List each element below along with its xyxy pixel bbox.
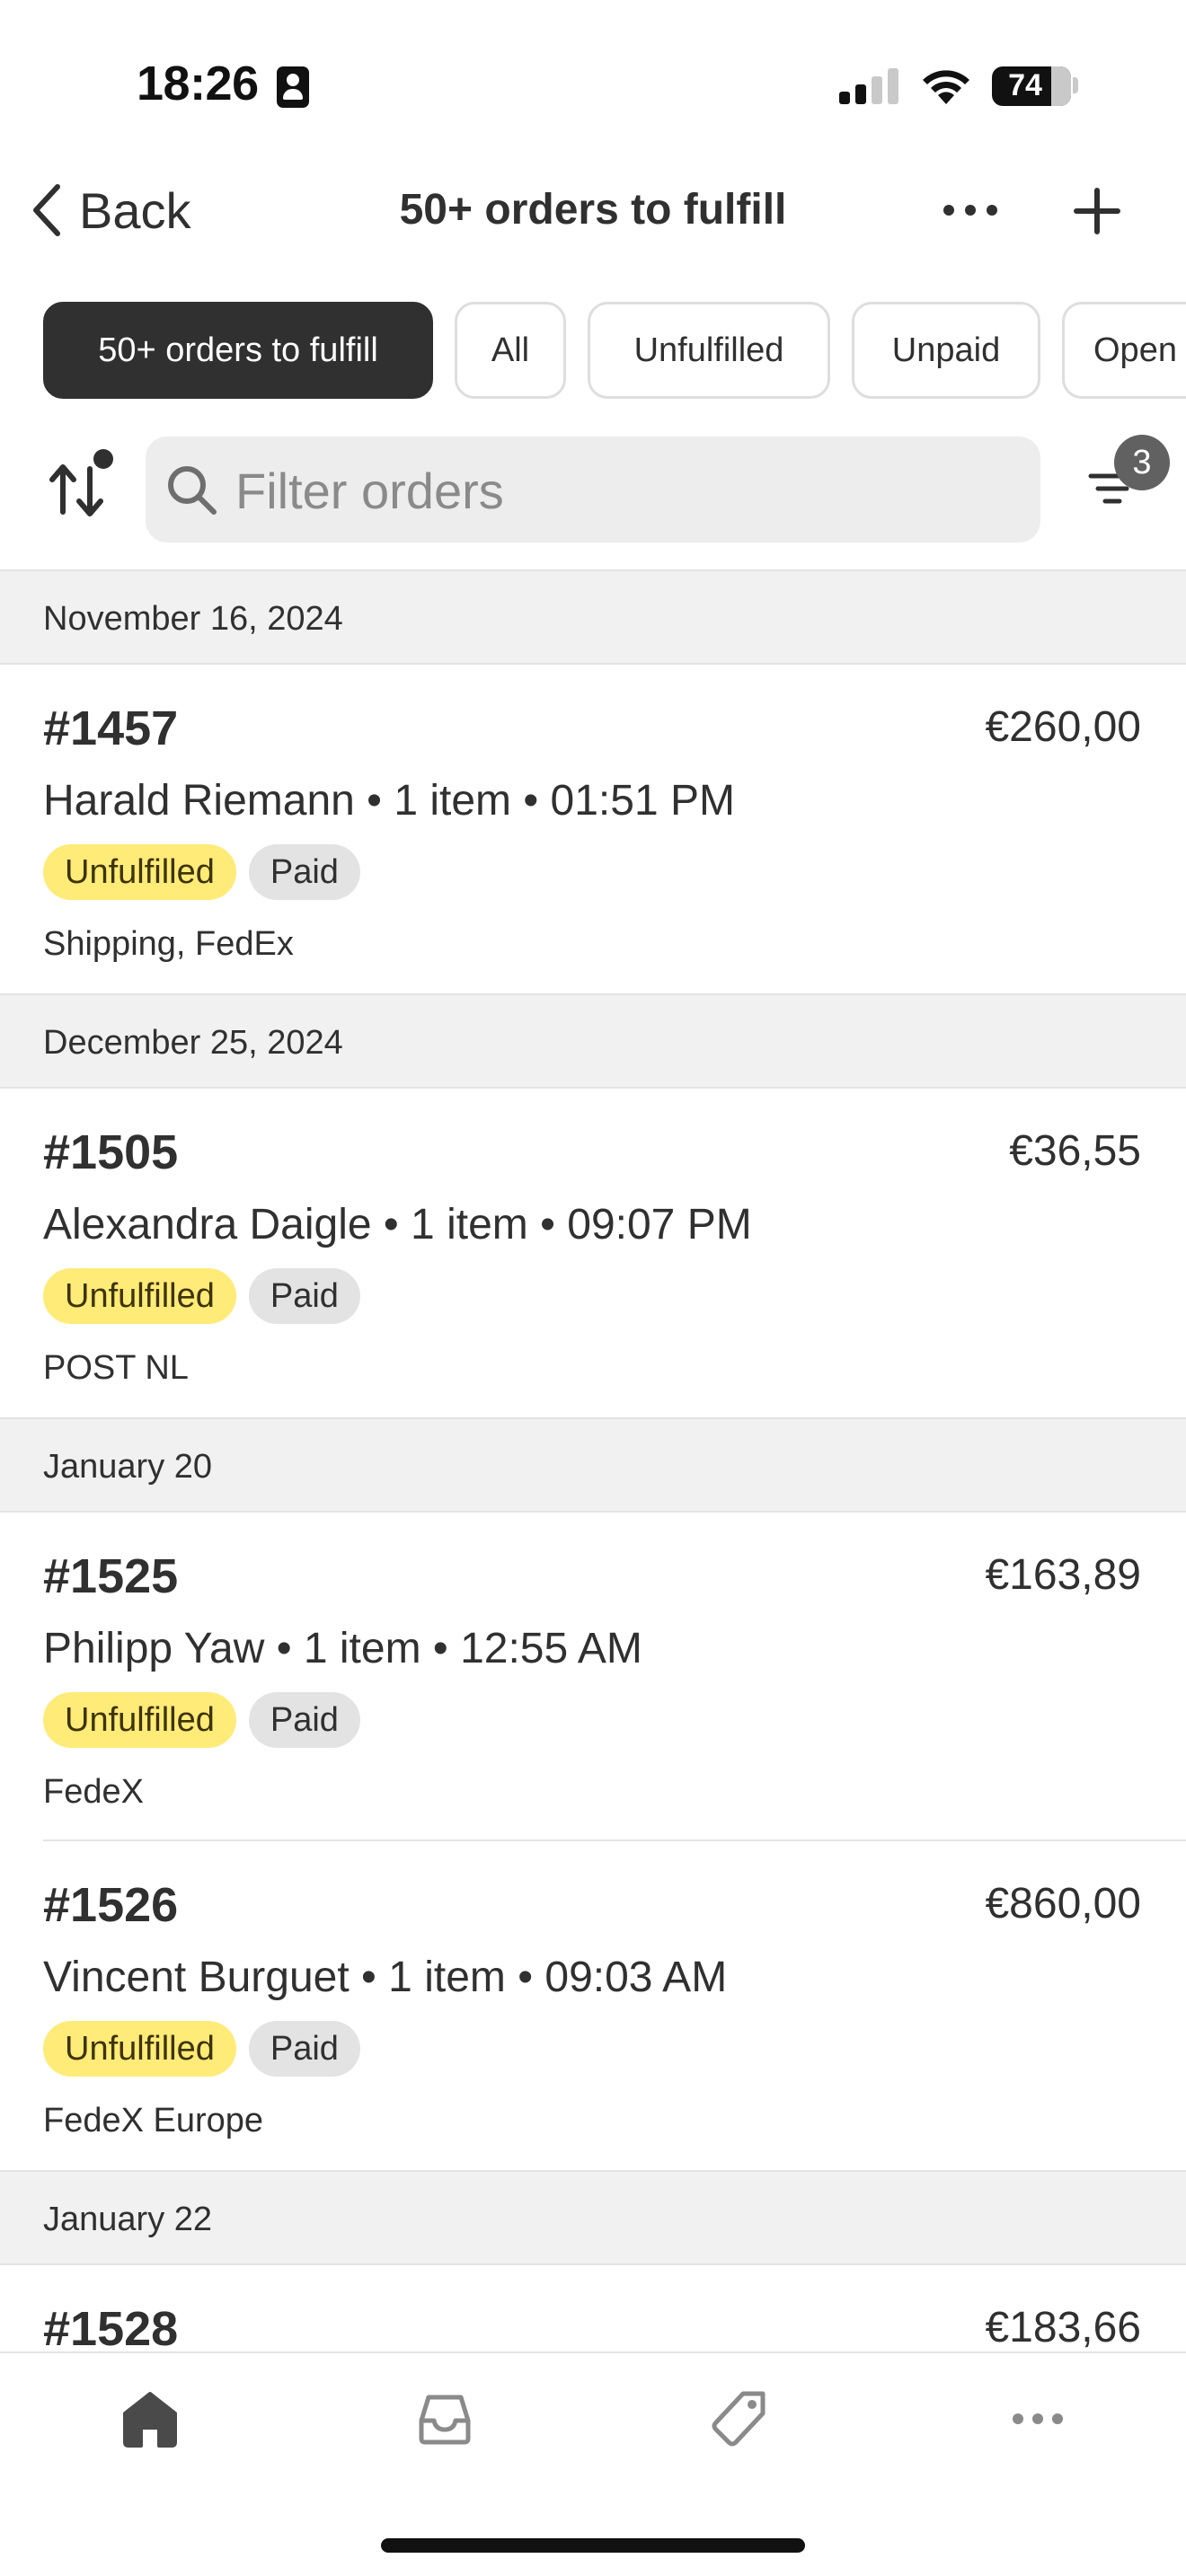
shipping-method: Shipping, FedEx	[43, 925, 294, 963]
date-header-label: November 16, 2024	[43, 600, 343, 638]
order-time: 01:51 PM	[550, 777, 735, 825]
back-label: Back	[79, 181, 191, 239]
customer-name: Alexandra Daigle	[43, 1201, 372, 1248]
navbar: Back 50+ orders to fulfill	[0, 153, 1186, 269]
orders-screen: 18:26 74 Back 50+ orders to fulfill 50+ …	[0, 0, 1186, 2576]
fulfillment-badge: Unfulfilled	[43, 844, 236, 900]
tab-more[interactable]	[997, 2378, 1078, 2459]
back-button[interactable]: Back	[27, 174, 191, 246]
date-header-label: January 20	[43, 1448, 213, 1486]
order-time: 09:07 PM	[567, 1201, 752, 1248]
status-badges: Unfulfilled Paid	[43, 1692, 360, 1748]
tab-home[interactable]	[110, 2378, 190, 2459]
order-meta: Harald Riemann • 1 item • 01:51 PM	[43, 777, 735, 825]
chip-all[interactable]: All	[455, 302, 566, 399]
signal-icon	[839, 68, 898, 104]
item-count: 1 item	[411, 1201, 528, 1248]
orders-list: November 16, 2024 #1457 €260,00 Harald R…	[0, 569, 1186, 2576]
chip-open[interactable]: Open	[1062, 302, 1186, 399]
more-icon[interactable]	[934, 183, 1006, 237]
order-meta: Philipp Yaw • 1 item • 12:55 AM	[43, 1625, 642, 1672]
date-header: January 20	[0, 1417, 1186, 1513]
search-placeholder: Filter orders	[235, 463, 504, 519]
fulfillment-badge: Unfulfilled	[43, 1692, 236, 1748]
chip-unpaid[interactable]: Unpaid	[852, 302, 1040, 399]
search-row: Filter orders 3	[0, 435, 1186, 544]
order-price: €183,66	[985, 2304, 1141, 2351]
fulfillment-badge: Unfulfilled	[43, 2021, 236, 2077]
status-badges: Unfulfilled Paid	[43, 2021, 360, 2077]
customer-name: Philipp Yaw	[43, 1625, 265, 1672]
date-header: January 22	[0, 2170, 1186, 2265]
chip-unfulfilled[interactable]: Unfulfilled	[588, 302, 830, 399]
order-meta: Vincent Burguet • 1 item • 09:03 AM	[43, 1954, 728, 2001]
filter-chips: 50+ orders to fulfill All Unfulfilled Un…	[0, 302, 1186, 401]
search-icon	[168, 466, 217, 515]
order-number: #1457	[43, 701, 179, 755]
wifi-icon	[923, 70, 969, 104]
plus-icon[interactable]	[1066, 180, 1128, 243]
order-row[interactable]: #1505 €36,55 Alexandra Daigle • 1 item •…	[0, 1089, 1186, 1417]
battery-level: 74	[1008, 68, 1042, 102]
order-time: 12:55 AM	[460, 1625, 642, 1672]
shipping-method: POST NL	[43, 1349, 189, 1387]
order-price: €260,00	[985, 703, 1141, 751]
person-badge-icon	[277, 66, 309, 108]
order-number: #1525	[43, 1549, 179, 1603]
tab-products[interactable]	[699, 2378, 780, 2459]
item-count: 1 item	[394, 777, 512, 825]
home-icon	[123, 2392, 177, 2448]
tag-icon	[712, 2391, 766, 2447]
tab-inbox[interactable]	[404, 2378, 485, 2459]
item-count: 1 item	[303, 1625, 421, 1672]
customer-name: Vincent Burguet	[43, 1954, 350, 2001]
shipping-method: FedeX	[43, 1773, 144, 1811]
customer-name: Harald Riemann	[43, 777, 355, 825]
date-header-label: January 22	[43, 2201, 213, 2238]
fulfillment-badge: Unfulfilled	[43, 1268, 236, 1324]
sort-active-dot	[93, 449, 113, 469]
more-icon	[1013, 2413, 1063, 2424]
payment-badge: Paid	[248, 1692, 360, 1748]
home-indicator	[381, 2538, 805, 2553]
order-row[interactable]: #1525 €163,89 Philipp Yaw • 1 item • 12:…	[0, 1513, 1186, 1841]
order-row[interactable]: #1526 €860,00 Vincent Burguet • 1 item •…	[0, 1841, 1186, 2170]
payment-badge: Paid	[248, 1268, 360, 1324]
inbox-icon	[419, 2395, 471, 2445]
page-title: 50+ orders to fulfill	[399, 186, 787, 234]
battery-icon: 74	[992, 66, 1071, 106]
date-header: November 16, 2024	[0, 569, 1186, 665]
order-row[interactable]: #1457 €260,00 Harald Riemann • 1 item • …	[0, 665, 1186, 993]
status-bar: 18:26 74	[0, 0, 1186, 153]
chevron-left-icon	[33, 184, 60, 236]
order-price: €163,89	[985, 1551, 1141, 1599]
date-header: December 25, 2024	[0, 993, 1186, 1089]
order-price: €36,55	[1009, 1127, 1141, 1175]
shipping-method: FedeX Europe	[43, 2102, 264, 2139]
status-badges: Unfulfilled Paid	[43, 844, 360, 900]
payment-badge: Paid	[248, 2021, 360, 2077]
date-header-label: December 25, 2024	[43, 1024, 343, 1062]
item-count: 1 item	[388, 1954, 506, 2001]
search-input[interactable]: Filter orders	[146, 437, 1040, 543]
chip-50-orders-to-fulfill[interactable]: 50+ orders to fulfill	[43, 302, 433, 399]
status-badges: Unfulfilled Paid	[43, 1268, 360, 1324]
order-time: 09:03 AM	[544, 1954, 728, 2001]
order-number: #1528	[43, 2302, 179, 2356]
order-number: #1526	[43, 1878, 179, 1932]
payment-badge: Paid	[248, 844, 360, 900]
filter-count-badge: 3	[1114, 435, 1170, 490]
order-meta: Alexandra Daigle • 1 item • 09:07 PM	[43, 1201, 752, 1248]
order-number: #1505	[43, 1125, 179, 1179]
status-time: 18:26	[137, 57, 259, 110]
order-price: €860,00	[985, 1880, 1141, 1928]
